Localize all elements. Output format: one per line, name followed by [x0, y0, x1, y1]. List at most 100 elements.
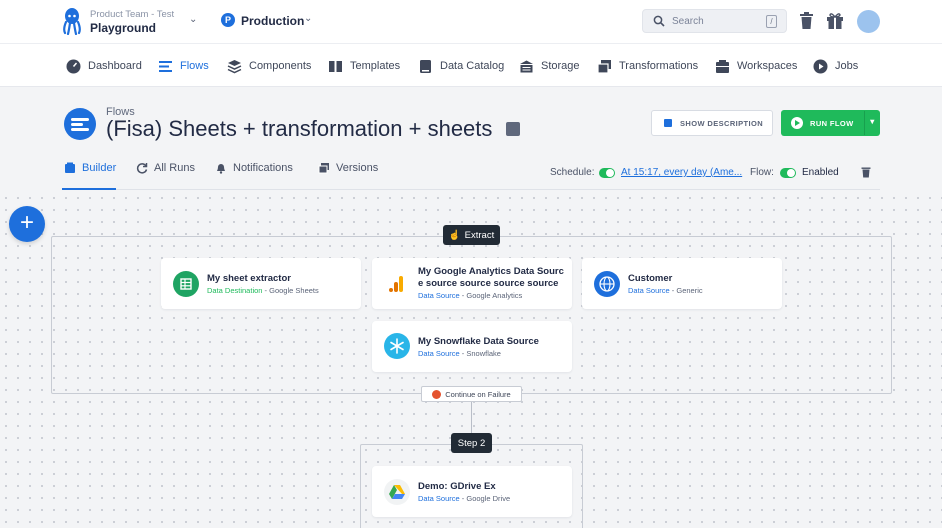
continue-on-failure-button[interactable]: Continue on Failure — [421, 386, 522, 402]
schedule-link[interactable]: At 15:17, every day (Ame... — [621, 167, 742, 178]
chevron-down-icon[interactable]: ⌄ — [189, 14, 197, 25]
flow-status-value: Enabled — [802, 167, 839, 178]
task-name-line: e source source source source — [418, 278, 559, 289]
octopus-logo-icon[interactable] — [62, 7, 82, 35]
show-description-label: SHOW DESCRIPTION — [680, 118, 764, 128]
flow-status-label: Flow: — [750, 167, 774, 178]
task-meta: Data Source - Google Drive — [418, 494, 510, 503]
tab-versions[interactable]: Versions — [318, 162, 378, 174]
workspaces-icon — [716, 59, 729, 73]
project-subtitle[interactable]: Product Team - Test — [90, 9, 174, 20]
run-flow-button[interactable]: RUN FLOW ▾ — [781, 110, 880, 136]
versions-icon — [318, 163, 329, 174]
task-type: Data Source — [418, 291, 460, 300]
show-description-button[interactable]: SHOW DESCRIPTION — [651, 110, 773, 136]
task-component: Snowflake — [466, 349, 501, 358]
branch-name[interactable]: Production — [241, 14, 304, 28]
nav-item-flows[interactable]: Flows — [158, 58, 209, 74]
tab-notifications[interactable]: Notifications — [215, 162, 293, 174]
task-type: Data Source — [418, 349, 460, 358]
chevron-down-icon[interactable]: ▾ — [864, 111, 880, 135]
task-meta: Data Source - Generic — [628, 286, 703, 295]
task-card[interactable]: My Snowflake Data Source Data Source - S… — [372, 321, 572, 372]
components-icon — [227, 59, 242, 73]
hand-icon: ☝ — [448, 229, 461, 241]
nav-item-data-catalog[interactable]: Data Catalog — [418, 58, 504, 74]
phase-label-step-2[interactable]: Step 2 — [451, 433, 492, 453]
phase-label-extract[interactable]: ☝ Extract — [443, 225, 500, 245]
tab-all-runs[interactable]: All Runs — [136, 162, 195, 174]
trash-icon[interactable] — [861, 166, 871, 178]
data-catalog-icon — [420, 59, 431, 73]
templates-icon — [329, 60, 342, 72]
search-icon — [653, 15, 665, 27]
task-meta: Data Source - Snowflake — [418, 349, 501, 358]
flows-icon — [159, 60, 172, 72]
task-meta: Data Source - Google Analytics — [418, 291, 522, 300]
phase-connector — [471, 402, 472, 434]
google-sheets-icon — [173, 271, 199, 297]
phase-name: Step 2 — [457, 437, 486, 449]
search-input[interactable]: Search / — [642, 9, 787, 33]
task-component: Generic — [676, 286, 703, 295]
nav-item-label: Flows — [180, 60, 209, 72]
task-component: Google Drive — [466, 494, 511, 503]
task-meta: Data Destination - Google Sheets — [207, 286, 319, 295]
phase-name: Extract — [464, 229, 495, 241]
tab-label: Notifications — [233, 162, 293, 174]
branch-icon[interactable]: P — [221, 13, 235, 27]
active-tab-indicator — [62, 188, 116, 190]
nav-item-components[interactable]: Components — [227, 58, 311, 74]
tab-label: Versions — [336, 162, 379, 174]
google-analytics-icon — [384, 271, 410, 297]
task-card[interactable]: Demo: GDrive Ex Data Source - Google Dri… — [372, 466, 572, 517]
gift-icon[interactable] — [826, 12, 844, 30]
avatar[interactable] — [857, 10, 880, 33]
nav-item-label: Jobs — [835, 60, 859, 72]
play-icon — [791, 117, 803, 129]
flow-enabled-toggle[interactable] — [780, 168, 796, 178]
nav-item-templates[interactable]: Templates — [328, 58, 400, 74]
task-card[interactable]: My Google Analytics Data Sourc e source … — [372, 258, 572, 309]
task-card[interactable]: Customer Data Source - Generic — [582, 258, 782, 309]
chevron-down-icon[interactable]: ⌄ — [304, 13, 312, 24]
dashboard-icon — [66, 59, 81, 73]
project-name[interactable]: Playground — [90, 21, 156, 35]
add-phase-button[interactable]: + — [9, 206, 45, 242]
refresh-icon — [136, 163, 148, 174]
task-type: Data Source — [418, 494, 460, 503]
task-type: Data Source — [628, 286, 670, 295]
run-flow-label: RUN FLOW — [810, 118, 854, 128]
nav-item-label: Workspaces — [737, 60, 798, 72]
nav-item-label: Transformations — [619, 60, 699, 72]
task-card[interactable]: My sheet extractor Data Destination - Go… — [161, 258, 361, 309]
task-component: Google Sheets — [269, 286, 319, 295]
description-icon — [664, 119, 672, 127]
page-title: (Fisa) Sheets + transformation + sheets — [106, 116, 493, 141]
schedule-toggle[interactable] — [599, 168, 615, 178]
storage-icon — [520, 60, 533, 72]
flow-icon — [64, 108, 96, 140]
nav-item-label: Components — [249, 60, 312, 72]
jobs-icon — [813, 59, 828, 73]
retry-icon — [432, 389, 442, 399]
edit-icon[interactable] — [506, 122, 520, 136]
nav-item-jobs[interactable]: Jobs — [813, 58, 858, 74]
trash-icon[interactable] — [799, 12, 814, 30]
nav-item-label: Dashboard — [88, 60, 142, 72]
nav-item-workspaces[interactable]: Workspaces — [715, 58, 797, 74]
top-bar: Product Team - Test Playground ⌄ P Produ… — [0, 0, 942, 44]
task-name: Demo: GDrive Ex — [418, 481, 496, 492]
nav-item-dashboard[interactable]: Dashboard — [66, 58, 142, 74]
nav-item-storage[interactable]: Storage — [519, 58, 580, 74]
continue-on-failure-label: Continue on Failure — [445, 389, 511, 399]
tab-builder[interactable]: Builder — [64, 162, 116, 174]
task-type: Data Destination — [207, 286, 263, 295]
nav-item-transformations[interactable]: Transformations — [597, 58, 698, 74]
tab-label: Builder — [82, 162, 117, 174]
globe-icon — [594, 271, 620, 297]
main-nav: Dashboard Flows Components Templates Dat… — [0, 44, 942, 87]
search-shortcut: / — [766, 15, 777, 28]
schedule-label: Schedule: — [550, 167, 595, 178]
task-name: Customer — [628, 273, 673, 284]
